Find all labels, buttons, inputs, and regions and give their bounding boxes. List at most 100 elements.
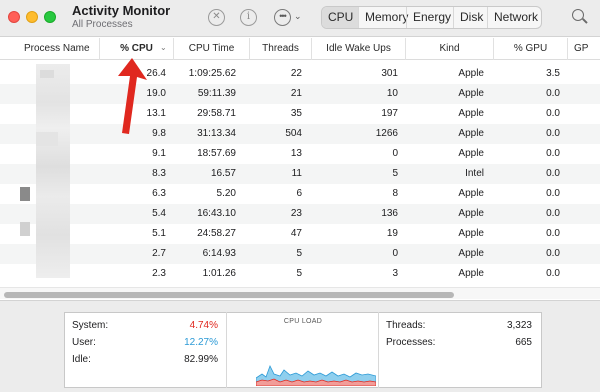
idle-wake-ups-cell: 19 — [386, 228, 398, 239]
processes-label: Processes: — [386, 337, 436, 348]
table-row[interactable]: 6.3 5.20 6 8 Apple 0.0 — [0, 184, 600, 204]
column-cpu-time[interactable]: CPU Time — [174, 38, 250, 60]
blurred-process-names — [40, 70, 54, 78]
idle-wake-ups-cell: 301 — [381, 68, 398, 79]
idle-label: Idle: — [72, 354, 91, 365]
cpu-time-cell: 29:58.71 — [197, 108, 236, 119]
threads-label: Threads: — [386, 320, 426, 331]
tab-memory[interactable]: Memory — [358, 7, 408, 28]
info-icon[interactable]: i — [240, 9, 257, 26]
close-window-button[interactable] — [8, 11, 20, 23]
gpu-cell: 0.0 — [546, 88, 560, 99]
threads-cell: 23 — [290, 208, 302, 219]
cpu-time-cell: 6:14.93 — [202, 248, 236, 259]
tab-cpu[interactable]: CPU — [322, 7, 358, 28]
table-row[interactable]: 8.3 16.57 11 5 Intel 0.0 — [0, 164, 600, 184]
column-kind[interactable]: Kind — [406, 38, 494, 60]
cpu-time-cell: 24:58.27 — [197, 228, 236, 239]
threads-cell: 21 — [290, 88, 302, 99]
blurred-process-icon — [20, 187, 30, 201]
column-gpu[interactable]: % GPU — [494, 38, 568, 60]
zoom-window-button[interactable] — [44, 11, 56, 23]
cpu-time-cell: 16.57 — [210, 168, 236, 179]
gpu-cell: 0.0 — [546, 208, 560, 219]
cpu-time-cell: 59:11.39 — [197, 88, 236, 99]
gpu-cell: 3.5 — [546, 68, 560, 79]
table-row[interactable]: 2.3 1:01.26 5 3 Apple 0.0 — [0, 264, 600, 284]
cpu-load-graph — [256, 364, 376, 386]
minimize-window-button[interactable] — [26, 11, 38, 23]
gpu-cell: 0.0 — [546, 188, 560, 199]
kind-cell: Intel — [465, 168, 484, 179]
sort-descending-icon[interactable]: ⌄ — [160, 43, 167, 52]
column-threads[interactable]: Threads — [250, 38, 312, 60]
chevron-down-icon[interactable]: ⌄ — [294, 11, 302, 22]
threads-cell: 35 — [290, 108, 302, 119]
table-row[interactable]: 13.1 29:58.71 35 197 Apple 0.0 — [0, 104, 600, 124]
idle-wake-ups-cell: 136 — [381, 208, 398, 219]
kind-cell: Apple — [458, 228, 484, 239]
threads-cell: 6 — [296, 188, 302, 199]
kind-cell: Apple — [458, 88, 484, 99]
user-value: 12.27% — [184, 337, 218, 348]
threads-cell: 5 — [296, 248, 302, 259]
table-row[interactable]: 26.4 1:09:25.62 22 301 Apple 3.5 — [0, 64, 600, 84]
threads-cell: 11 — [291, 168, 302, 179]
gpu-cell: 0.0 — [546, 128, 560, 139]
system-label: System: — [72, 320, 109, 331]
cpu-cell: 5.4 — [152, 208, 166, 219]
scrollbar-thumb[interactable] — [4, 292, 454, 298]
kind-cell: Apple — [458, 248, 484, 259]
cpu-cell: 2.7 — [152, 248, 166, 259]
kind-cell: Apple — [458, 68, 484, 79]
threads-cell: 13 — [290, 148, 302, 159]
more-icon[interactable]: ••• — [274, 9, 291, 26]
system-value: 4.74% — [189, 320, 218, 331]
idle-value: 82.99% — [184, 354, 218, 365]
gpu-cell: 0.0 — [546, 168, 560, 179]
table-row[interactable]: 9.8 31:13.34 504 1266 Apple 0.0 — [0, 124, 600, 144]
processes-value: 665 — [515, 337, 532, 348]
table-row[interactable]: 5.4 16:43.10 23 136 Apple 0.0 — [0, 204, 600, 224]
idle-wake-ups-cell: 5 — [392, 168, 398, 179]
cpu-time-cell: 5.20 — [216, 188, 236, 199]
table-row[interactable]: 19.0 59:11.39 21 10 Apple 0.0 — [0, 84, 600, 104]
column-gpu-time[interactable]: GP — [568, 38, 600, 60]
table-row[interactable]: 9.1 18:57.69 13 0 Apple 0.0 — [0, 144, 600, 164]
table-row[interactable]: 2.7 6:14.93 5 0 Apple 0.0 — [0, 244, 600, 264]
user-label: User: — [72, 337, 96, 348]
cpu-cell: 2.3 — [152, 268, 166, 279]
threads-cell: 47 — [290, 228, 302, 239]
gpu-cell: 0.0 — [546, 108, 560, 119]
cpu-cell: 6.3 — [152, 188, 166, 199]
cpu-load-title: CPU LOAD — [283, 318, 323, 325]
stop-icon[interactable]: ✕ — [208, 9, 225, 26]
kind-cell: Apple — [458, 128, 484, 139]
cpu-time-cell: 16:43.10 — [197, 208, 236, 219]
kind-cell: Apple — [458, 108, 484, 119]
kind-cell: Apple — [458, 188, 484, 199]
idle-wake-ups-cell: 0 — [392, 148, 398, 159]
idle-wake-ups-cell: 10 — [386, 88, 398, 99]
idle-wake-ups-cell: 3 — [392, 268, 398, 279]
column-idle-wake-ups[interactable]: Idle Wake Ups — [312, 38, 406, 60]
tab-energy[interactable]: Energy — [406, 7, 453, 28]
annotation-arrow-icon — [118, 58, 147, 134]
kind-cell: Apple — [458, 268, 484, 279]
search-icon[interactable] — [572, 9, 584, 21]
window-title: Activity Monitor — [72, 3, 171, 18]
tab-network[interactable]: Network — [487, 7, 541, 28]
tab-disk[interactable]: Disk — [453, 7, 487, 28]
table-row[interactable]: 5.1 24:58.27 47 19 Apple 0.0 — [0, 224, 600, 244]
cpu-time-cell: 1:09:25.62 — [188, 68, 236, 79]
idle-wake-ups-cell: 0 — [392, 248, 398, 259]
cpu-cell: 9.1 — [152, 148, 166, 159]
idle-wake-ups-cell: 8 — [392, 188, 398, 199]
cpu-time-cell: 31:13.34 — [197, 128, 236, 139]
blurred-process-names — [36, 64, 70, 278]
threads-cell: 5 — [296, 268, 302, 279]
gpu-cell: 0.0 — [546, 148, 560, 159]
kind-cell: Apple — [458, 208, 484, 219]
column-process-name[interactable]: Process Name — [0, 38, 100, 60]
threads-cell: 22 — [290, 68, 302, 79]
